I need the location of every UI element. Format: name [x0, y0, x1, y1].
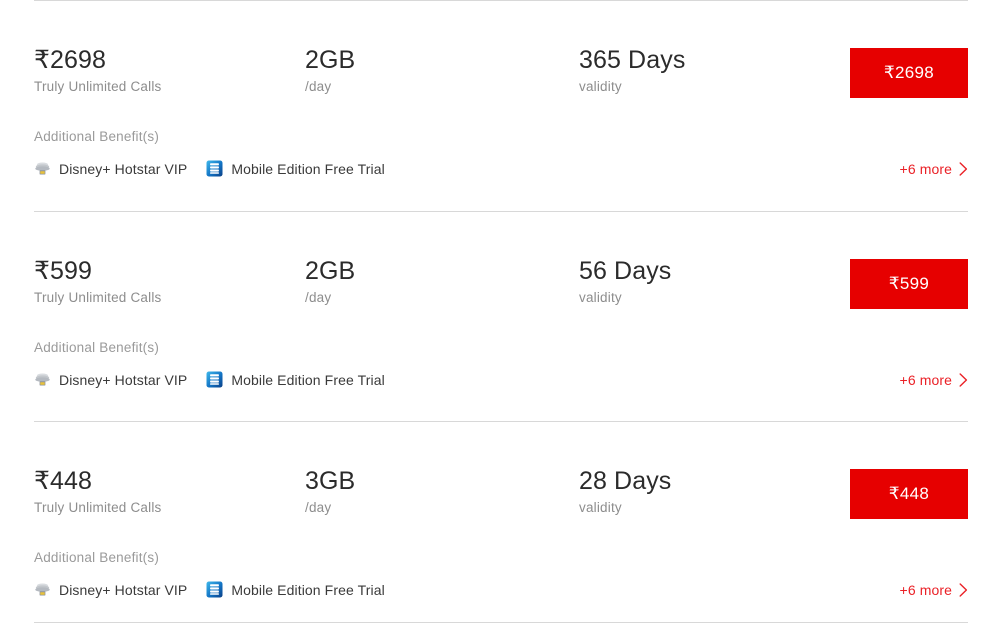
plan-price: ₹2698 — [34, 46, 107, 74]
plan-benefits: Additional Benefit(s) Disney+ Hotstar VI… — [34, 550, 385, 598]
plan-row[interactable]: ₹2698 Truly Unlimited Calls 2GB /day 365… — [0, 1, 1002, 211]
plan-benefits: Additional Benefit(s) Disney+ Hotstar VI… — [34, 340, 385, 388]
plan-summary: ₹448 Truly Unlimited Calls 3GB /day 28 D… — [34, 422, 968, 515]
mobile-edition-icon — [206, 160, 223, 177]
plan-data-subtext: /day — [305, 79, 332, 94]
benefit-item: Mobile Edition Free Trial — [206, 581, 385, 598]
plan-buy-button[interactable]: ₹599 — [850, 259, 968, 309]
plan-more-benefits-link[interactable]: +6 more — [900, 372, 968, 388]
benefit-label: Disney+ Hotstar VIP — [59, 160, 188, 177]
benefit-item: Mobile Edition Free Trial — [206, 371, 385, 388]
plan-summary: ₹2698 Truly Unlimited Calls 2GB /day 365… — [34, 1, 968, 94]
disney-hotstar-icon — [35, 583, 50, 596]
plan-row[interactable]: ₹599 Truly Unlimited Calls 2GB /day 56 D… — [0, 212, 1002, 421]
plan-data-column: 3GB /day — [305, 467, 355, 516]
plan-data: 2GB — [305, 46, 356, 74]
more-label: +6 more — [899, 161, 952, 177]
benefit-label: Mobile Edition Free Trial — [231, 581, 385, 598]
plan-benefits: Additional Benefit(s) Disney+ Hotstar VI… — [34, 129, 385, 177]
more-label: +6 more — [899, 372, 952, 388]
benefit-item: Disney+ Hotstar VIP — [34, 371, 187, 388]
mobile-edition-icon — [206, 581, 223, 598]
benefit-label: Mobile Edition Free Trial — [231, 160, 385, 177]
benefit-items: Disney+ Hotstar VIP Mobile Edition Free … — [34, 160, 385, 177]
plan-list: ₹2698 Truly Unlimited Calls 2GB /day 365… — [0, 0, 1002, 623]
plan-validity-column: 365 Days validity — [579, 46, 685, 95]
plan-buy-button[interactable]: ₹2698 — [850, 48, 968, 98]
benefit-item: Disney+ Hotstar VIP — [34, 581, 187, 598]
plan-data-column: 2GB /day — [305, 257, 355, 306]
plan-validity-subtext: validity — [579, 79, 622, 94]
plan-validity: 365 Days — [579, 46, 686, 74]
chevron-right-icon — [959, 583, 968, 597]
more-label: +6 more — [899, 582, 952, 598]
chevron-right-icon — [959, 162, 968, 176]
plan-price-column: ₹2698 Truly Unlimited Calls — [34, 46, 161, 95]
benefit-label: Mobile Edition Free Trial — [231, 371, 385, 388]
plan-validity-column: 56 Days validity — [579, 257, 671, 306]
plan-price-subtext: Truly Unlimited Calls — [34, 500, 162, 515]
plan-validity-subtext: validity — [579, 500, 622, 515]
plan-validity: 28 Days — [579, 467, 672, 495]
disney-hotstar-icon — [35, 373, 50, 386]
benefit-item: Mobile Edition Free Trial — [206, 160, 385, 177]
benefit-label: Disney+ Hotstar VIP — [59, 581, 188, 598]
plan-validity-column: 28 Days validity — [579, 467, 671, 516]
plan-price-subtext: Truly Unlimited Calls — [34, 290, 162, 305]
benefit-items: Disney+ Hotstar VIP Mobile Edition Free … — [34, 581, 385, 598]
disney-hotstar-icon — [35, 162, 50, 175]
plan-validity-subtext: validity — [579, 290, 622, 305]
benefits-label: Additional Benefit(s) — [34, 129, 160, 144]
plan-price-column: ₹599 Truly Unlimited Calls — [34, 257, 161, 306]
plan-data-subtext: /day — [305, 290, 332, 305]
benefit-item: Disney+ Hotstar VIP — [34, 160, 187, 177]
plan-data: 3GB — [305, 467, 356, 495]
plan-buy-button[interactable]: ₹448 — [850, 469, 968, 519]
benefits-label: Additional Benefit(s) — [34, 340, 160, 355]
plan-more-benefits-link[interactable]: +6 more — [900, 582, 968, 598]
plan-price-subtext: Truly Unlimited Calls — [34, 79, 162, 94]
benefits-label: Additional Benefit(s) — [34, 550, 160, 565]
plan-data-subtext: /day — [305, 500, 332, 515]
plan-more-benefits-link[interactable]: +6 more — [900, 161, 968, 177]
list-divider-bottom — [34, 622, 968, 623]
mobile-edition-icon — [206, 371, 223, 388]
plan-summary: ₹599 Truly Unlimited Calls 2GB /day 56 D… — [34, 212, 968, 305]
plan-price: ₹599 — [34, 257, 93, 285]
chevron-right-icon — [959, 373, 968, 387]
plan-validity: 56 Days — [579, 257, 672, 285]
plan-price-column: ₹448 Truly Unlimited Calls — [34, 467, 161, 516]
plan-row[interactable]: ₹448 Truly Unlimited Calls 3GB /day 28 D… — [0, 422, 1002, 622]
plan-data-column: 2GB /day — [305, 46, 355, 95]
benefit-label: Disney+ Hotstar VIP — [59, 371, 188, 388]
plan-price: ₹448 — [34, 467, 93, 495]
benefit-items: Disney+ Hotstar VIP Mobile Edition Free … — [34, 371, 385, 388]
plan-data: 2GB — [305, 257, 356, 285]
